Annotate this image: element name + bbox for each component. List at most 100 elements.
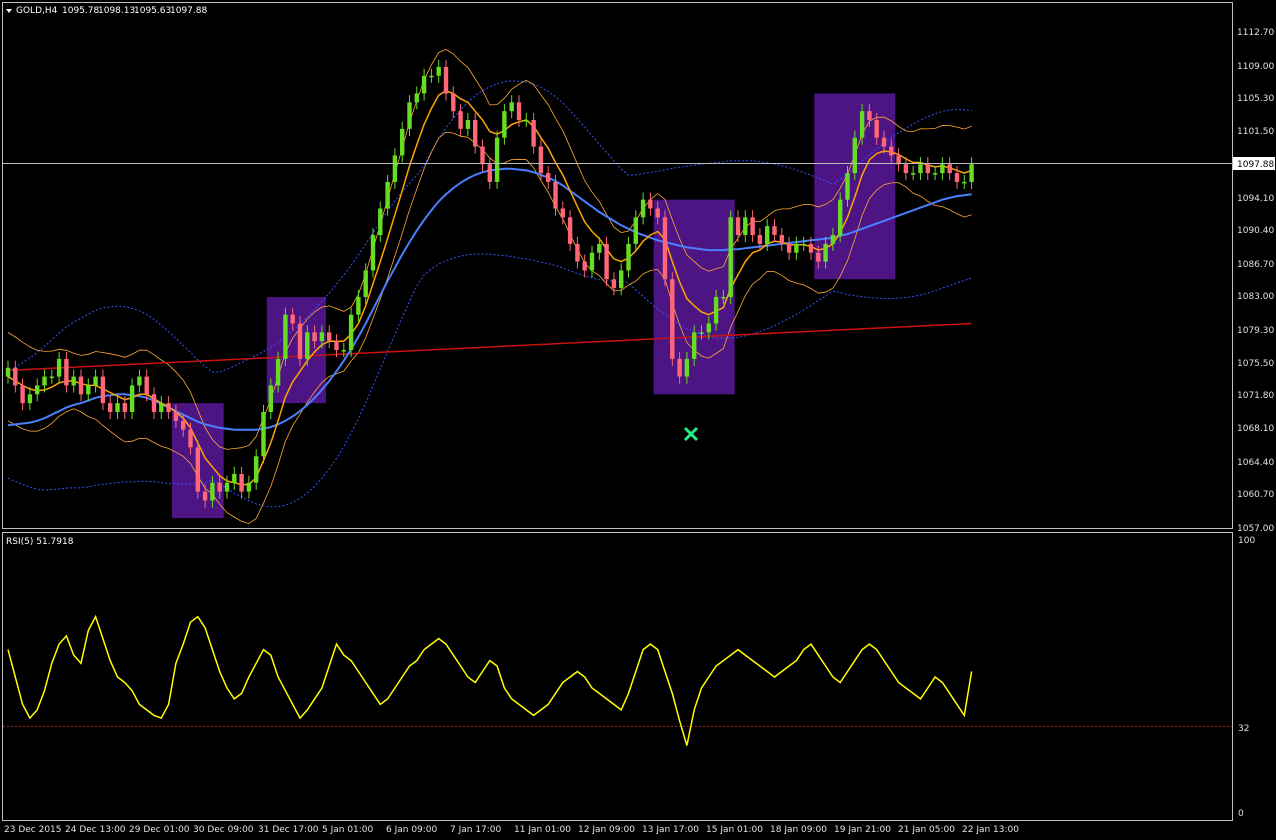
price-tick: 1086.70: [1237, 260, 1274, 270]
candle-body: [370, 235, 376, 271]
candle-body: [546, 173, 551, 182]
candle-body: [524, 120, 529, 122]
candle-body: [27, 394, 33, 404]
candle-body: [932, 173, 938, 175]
candle-body: [363, 270, 368, 297]
candle-body: [772, 226, 777, 236]
price-tick: 1060.70: [1237, 490, 1274, 500]
candle-body: [750, 217, 755, 236]
candle-body: [290, 314, 295, 324]
candle-body: [385, 181, 390, 209]
candle-body: [648, 199, 653, 209]
time-tick: 5 Jan 01:00: [322, 825, 374, 835]
low-value: 1095.63: [134, 6, 171, 16]
candle-body: [254, 456, 259, 483]
candle-body: [597, 243, 602, 253]
candle-body: [743, 217, 748, 236]
candle-body: [604, 243, 609, 280]
candle-body: [480, 146, 485, 165]
candle-body: [188, 429, 193, 448]
candle-body: [852, 137, 857, 174]
candle-body: [516, 102, 522, 121]
candle-body: [129, 385, 135, 412]
price-tick: 1105.30: [1237, 94, 1274, 104]
candle-body: [582, 261, 587, 271]
rsi-label: RSI(5) 51.7918: [6, 537, 74, 547]
candle-body: [327, 332, 332, 342]
candle-body: [42, 376, 47, 386]
candle-body: [911, 173, 916, 175]
candle-body: [838, 199, 843, 236]
candle-body: [896, 155, 901, 165]
candle-body: [502, 111, 507, 138]
candle-body: [283, 314, 288, 359]
time-tick: 30 Dec 09:00: [193, 825, 254, 835]
candle-body: [619, 270, 624, 289]
time-tick: 7 Jan 17:00: [450, 825, 502, 835]
price-tick: 1109.00: [1237, 62, 1274, 72]
rsi-level-32: 32: [1238, 724, 1249, 734]
candle-body: [626, 243, 631, 271]
candle-body: [640, 199, 646, 218]
highlight-boxes: [171, 93, 896, 519]
candle-body: [699, 332, 704, 334]
trade-marker-icon[interactable]: [683, 426, 699, 442]
candle-body: [246, 482, 252, 492]
candle-body: [794, 243, 799, 253]
candle-body: [173, 411, 179, 421]
candle-body: [312, 332, 317, 342]
candle-body: [925, 164, 930, 174]
time-tick: 6 Jan 09:00: [386, 825, 438, 835]
candle-body: [122, 403, 127, 412]
candle-body: [655, 208, 660, 218]
price-tick: 1090.40: [1237, 226, 1274, 236]
candle-body: [677, 358, 682, 377]
candle-body: [538, 146, 544, 174]
lower-band-line: [7, 253, 972, 508]
candle-body: [429, 75, 434, 78]
price-tick: 1094.10: [1237, 194, 1274, 204]
high-value: 1098.13: [98, 6, 135, 16]
candle-body: [881, 137, 887, 147]
candle-body: [903, 164, 909, 174]
candle-body: [166, 403, 171, 412]
candle-body: [947, 164, 952, 174]
candle-body: [473, 120, 478, 147]
candle-body: [195, 447, 200, 492]
candle-body: [421, 75, 427, 94]
candle-body: [611, 279, 617, 289]
candle-body: [414, 93, 419, 103]
time-tick: 22 Jan 13:00: [962, 825, 1019, 835]
price-axis: 1112.70 1109.00 1105.30 1101.50 1094.10 …: [1237, 28, 1274, 534]
candle-body: [874, 120, 879, 138]
candle-body: [217, 482, 222, 492]
candle-body: [93, 376, 98, 386]
price-tick: 1057.00: [1237, 524, 1274, 534]
candle-body: [451, 93, 456, 112]
candle-body: [721, 296, 726, 299]
candle-body: [407, 102, 412, 129]
candle-body: [115, 403, 120, 412]
price-tick: 1071.80: [1237, 391, 1274, 401]
candle-body: [305, 332, 310, 359]
time-tick: 31 Dec 17:00: [258, 825, 319, 835]
time-tick: 19 Jan 21:00: [834, 825, 891, 835]
collapse-triangle-icon[interactable]: [6, 9, 12, 13]
price-tick: 1101.50: [1237, 127, 1274, 137]
candle-body: [692, 332, 697, 359]
candle-body: [757, 235, 763, 244]
candle-body: [816, 252, 821, 262]
price-tick: 1112.70: [1237, 28, 1274, 38]
candle-body: [567, 217, 573, 244]
candle-body: [13, 367, 18, 386]
symbol-label: GOLD,H4: [16, 6, 58, 16]
chart-header[interactable]: GOLD,H4 1095.78 1098.13 1095.63 1097.88: [6, 6, 207, 16]
candle-body: [786, 243, 792, 253]
candle-body: [341, 350, 346, 352]
candle-body: [940, 164, 945, 174]
candle-body: [20, 385, 25, 404]
candle-body: [319, 332, 325, 342]
candle-body: [918, 164, 923, 174]
candle-body: [49, 376, 54, 379]
candle-body: [202, 491, 208, 501]
